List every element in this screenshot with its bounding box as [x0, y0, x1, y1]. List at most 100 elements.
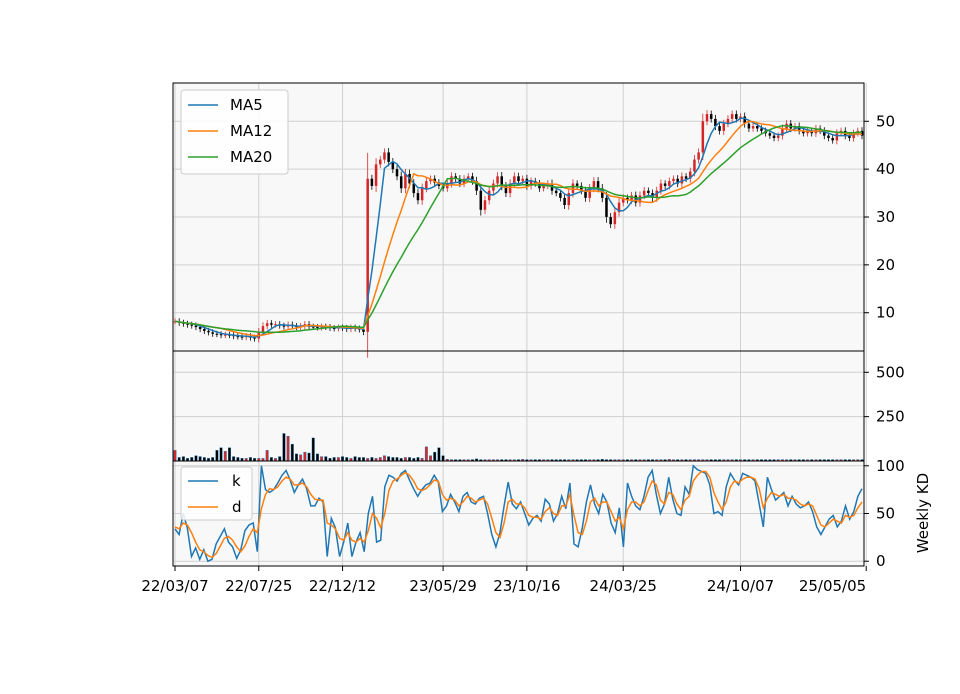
volume-bar — [177, 457, 181, 462]
candle-body — [647, 190, 650, 194]
volume-bar — [424, 446, 428, 462]
candle-body — [270, 323, 273, 325]
candle-body — [747, 123, 751, 129]
candle-body — [718, 126, 721, 131]
price-y-tick-label: 20 — [876, 256, 895, 274]
x-tick-label: 23/05/29 — [409, 577, 476, 595]
candle-body — [605, 197, 608, 217]
candle-body — [772, 135, 776, 139]
kd-y-axis-label: Weekly KD — [914, 473, 932, 553]
candle-body — [265, 323, 269, 327]
candle-body — [672, 178, 675, 182]
volume-bar — [416, 457, 420, 462]
volume-bar — [219, 447, 223, 462]
x-tick-label: 24/10/07 — [707, 577, 774, 595]
volume-bar — [303, 451, 307, 462]
candle-body — [730, 114, 734, 119]
volume-bar — [228, 447, 231, 462]
volume-bar — [282, 433, 286, 462]
volume-bar — [341, 456, 345, 462]
candle-body — [261, 326, 265, 332]
candle-body — [559, 193, 562, 198]
candle-body — [596, 181, 600, 189]
x-tick-label: 24/03/25 — [590, 577, 657, 595]
price-y-tick-label: 30 — [876, 208, 895, 226]
candle-body — [211, 332, 214, 334]
candle-body — [374, 164, 378, 186]
chart-svg: 10 20 30 40 50 250 500 0 50 100 22/03/07 22/07/25 2… — [0, 0, 960, 690]
volume-bar — [286, 435, 290, 462]
candle-body — [835, 133, 839, 141]
candle-body — [735, 114, 738, 119]
candle-body — [751, 126, 755, 129]
candle-body — [387, 152, 390, 162]
candle-body — [194, 325, 198, 328]
volume-bar — [382, 455, 386, 462]
candle-body — [693, 159, 696, 172]
candle-body — [198, 327, 202, 329]
volume-bar — [181, 456, 185, 462]
volume-bar — [295, 453, 298, 462]
candle-body — [768, 133, 772, 136]
volume-bar — [437, 447, 441, 462]
candle-body — [496, 176, 499, 184]
volume-bar — [290, 443, 294, 462]
kd-legend: k d — [180, 466, 253, 521]
candle-body — [425, 181, 428, 189]
x-tick-label: 22/03/07 — [141, 577, 208, 595]
candle-body — [613, 212, 617, 225]
volume-bar — [429, 455, 432, 462]
legend-k-label: k — [232, 472, 241, 490]
x-tick-label: 25/05/05 — [799, 577, 866, 595]
price-y-tick-label: 10 — [876, 304, 895, 322]
volume-bar — [202, 457, 206, 462]
volume-bar — [311, 437, 315, 462]
volume-bar — [345, 457, 349, 462]
legend-ma12-label: MA12 — [230, 122, 272, 140]
candle-body — [487, 190, 491, 201]
volume-bar — [194, 455, 198, 462]
candle-body — [395, 169, 399, 177]
candle-body — [684, 176, 688, 179]
x-tick-label: 23/10/16 — [493, 577, 560, 595]
volume-bar — [190, 457, 194, 462]
candle-body — [479, 190, 483, 210]
candle-body — [379, 159, 382, 165]
candle-body — [215, 333, 219, 335]
candle-body — [709, 114, 713, 119]
candle-body — [219, 334, 223, 336]
candle-body — [680, 176, 684, 184]
x-tick-label: 22/12/12 — [309, 577, 376, 595]
volume-bar — [215, 450, 219, 462]
candle-body — [483, 200, 487, 210]
candle-body — [756, 126, 759, 129]
candle-body — [705, 114, 709, 122]
volume-bar — [387, 456, 391, 462]
volume-bar — [433, 451, 437, 462]
volume-bar — [441, 455, 445, 462]
candle-body — [207, 330, 210, 333]
volume-bar — [336, 457, 340, 462]
candle-body — [609, 217, 612, 225]
kd-y-tick-label: 100 — [876, 457, 905, 475]
kd-y-tick-label: 0 — [876, 552, 886, 570]
volume-bar — [378, 457, 382, 462]
volume-bar — [332, 457, 336, 462]
candle-body — [722, 123, 726, 131]
candle-body — [370, 178, 374, 186]
volume-bar — [324, 456, 328, 462]
legend-ma5-label: MA5 — [230, 96, 263, 114]
volume-y-tick-label: 500 — [876, 363, 905, 381]
volume-bar — [403, 457, 407, 462]
volume-bar — [248, 457, 252, 462]
candle-body — [521, 178, 524, 182]
volume-bar — [395, 457, 399, 462]
candle-body — [575, 183, 579, 186]
volume-bar — [307, 452, 311, 462]
candle-body — [563, 197, 566, 206]
volume-bar — [370, 457, 374, 462]
candle-body — [282, 325, 286, 327]
x-tick-label: 22/07/25 — [225, 577, 292, 595]
volume-bar — [353, 456, 357, 462]
volume-bar — [198, 456, 202, 462]
